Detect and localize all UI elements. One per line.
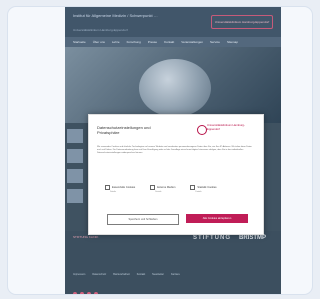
nav-item[interactable]: Veranstaltungen: [181, 40, 203, 44]
cookie-option-statistics[interactable]: Statistik Cookies: [190, 185, 217, 190]
brand-icon: [197, 125, 207, 135]
hero-image: [65, 47, 281, 123]
option-label: Essenzielle Cookies: [112, 186, 136, 189]
footer-link[interactable]: Datenschutz: [92, 273, 106, 276]
footer-link[interactable]: Karriere: [171, 273, 180, 276]
social-icon[interactable]: [80, 292, 84, 294]
footer-links: Impressum Datenschutz Barrierefreiheit K…: [73, 273, 180, 276]
thumbnail-image[interactable]: [67, 169, 83, 183]
social-icon[interactable]: [87, 292, 91, 294]
nav-item[interactable]: Über uns: [93, 40, 105, 44]
nav-item[interactable]: Forschung: [127, 40, 141, 44]
nav-item[interactable]: Service: [210, 40, 220, 44]
brand-text: Universitätsklinikum Hamburg-Eppendorf: [207, 123, 245, 131]
checkbox-icon[interactable]: [105, 185, 110, 190]
site-subtitle: Universitätsklinikum Hamburg-Eppendorf: [73, 28, 128, 32]
footer-link[interactable]: Kontakt: [137, 273, 145, 276]
accept-all-cookies-button[interactable]: Alle Cookies akzeptieren: [186, 214, 248, 223]
option-label: Statistik Cookies: [197, 186, 217, 189]
thumbnail-image[interactable]: [67, 149, 83, 163]
save-and-close-button[interactable]: Speichern und Schließen: [107, 214, 179, 225]
nav-item[interactable]: Sitemap: [227, 40, 238, 44]
footer-tag: STIFTUNG KLINIK: [73, 235, 99, 239]
thumbnail-image[interactable]: [67, 129, 83, 143]
site-footer: STIFTUNG KLINIK STIFTUNG BRISTMP Impress…: [65, 231, 281, 294]
checkbox-icon[interactable]: [150, 185, 156, 190]
details-link[interactable]: Details: [155, 191, 175, 193]
option-label: Externe Medien: [157, 186, 176, 189]
nav-item[interactable]: Presse: [148, 40, 157, 44]
footer-link[interactable]: Barrierefreiheit: [113, 273, 129, 276]
cookie-options: Essenzielle Cookies Details Externe Medi…: [105, 185, 217, 193]
cookie-option: Statistik Cookies Details: [190, 185, 217, 193]
site-logo-badge[interactable]: Universitätsklinikum Hamburg-Eppendorf: [211, 15, 273, 29]
social-icon[interactable]: [73, 292, 77, 294]
footer-link[interactable]: Newsletter: [152, 273, 164, 276]
partner-logo: STIFTUNG: [193, 235, 231, 241]
details-link[interactable]: Details: [195, 191, 216, 193]
dialog-body: Wir verwenden Cookies und ähnliche Techn…: [97, 146, 252, 155]
social-icon[interactable]: [94, 292, 98, 294]
site-navigation: Startseite Über uns Lehre Forschung Pres…: [65, 37, 281, 47]
dialog-title: Datenschutzeinstellungen und Privatsphär…: [97, 125, 151, 135]
nav-item[interactable]: Kontakt: [164, 40, 174, 44]
site-title: Institut für Allgemeine Medizin / Schwer…: [73, 13, 158, 18]
site-header: Institut für Allgemeine Medizin / Schwer…: [65, 7, 281, 37]
details-link[interactable]: Details: [110, 191, 135, 193]
hero-graphic: [139, 59, 211, 117]
cookie-option: Externe Medien Details: [150, 185, 175, 193]
thumbnail-image[interactable]: [67, 189, 83, 203]
cookie-option: Essenzielle Cookies Details: [105, 185, 135, 193]
nav-item[interactable]: Lehre: [112, 40, 120, 44]
cookie-option-essential[interactable]: Essenzielle Cookies: [105, 185, 135, 190]
cookie-consent-dialog: Datenschutzeinstellungen und Privatsphär…: [88, 114, 264, 235]
footer-link[interactable]: Impressum: [73, 273, 85, 276]
preview-frame: Institut für Allgemeine Medizin / Schwer…: [7, 6, 313, 295]
checkbox-icon[interactable]: [190, 185, 196, 190]
nav-item[interactable]: Startseite: [73, 40, 86, 44]
brand-logo: Universitätsklinikum Hamburg-Eppendorf: [197, 123, 255, 137]
sidebar-thumbnails: [65, 127, 85, 217]
partner-logo: BRISTMP: [239, 235, 266, 241]
cookie-option-external-media[interactable]: Externe Medien: [150, 185, 175, 190]
